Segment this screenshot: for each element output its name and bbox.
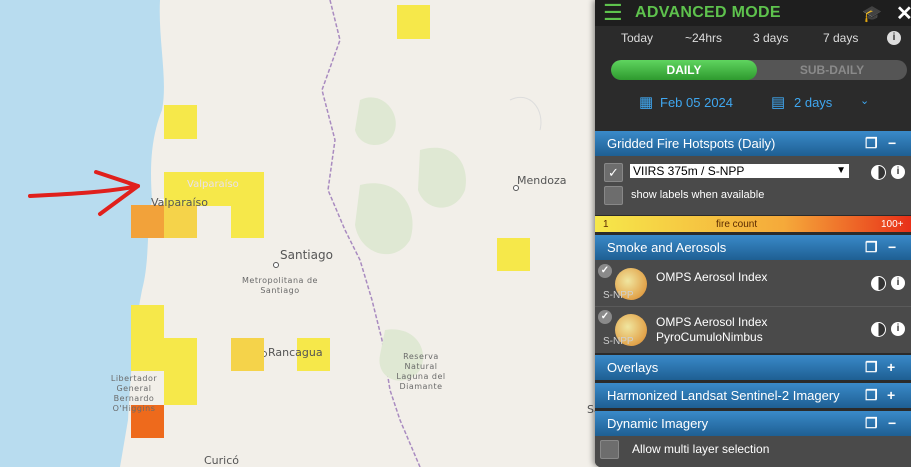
map-label-region: Metropolitana de Santiago	[242, 276, 318, 295]
product-select[interactable]: VIIRS 375m / S-NPP ▼	[630, 164, 849, 178]
fire-layer-header[interactable]: Gridded Fire Hotspots (Daily) ❐ −	[595, 131, 911, 156]
multi-layer-text: Allow multi layer selection	[632, 442, 770, 456]
landsat-title: Harmonized Landsat Sentinel-2 Imagery	[607, 388, 840, 403]
layer-panel: ☰ ADVANCED MODE 🎓 ✕ Today ~24hrs 3 days …	[595, 0, 911, 467]
subdaily-option[interactable]: SUB-DAILY	[757, 60, 907, 80]
expand-icon[interactable]: +	[887, 383, 895, 408]
fire-hotspot-cell[interactable]	[231, 205, 264, 238]
info-icon[interactable]: i	[891, 322, 905, 336]
show-labels-checkbox[interactable]	[604, 186, 623, 205]
fire-hotspot-cell[interactable]	[131, 305, 164, 371]
chevron-down-icon[interactable]: ⌄	[860, 94, 869, 107]
smoke-item-subname: PyroCumuloNimbus	[656, 330, 763, 344]
layers-icon[interactable]: ❐	[865, 235, 878, 260]
product-select-value: VIIRS 375m / S-NPP	[633, 164, 745, 178]
calendar-icon[interactable]: ▦	[639, 93, 653, 111]
time-range-tabs: Today ~24hrs 3 days 7 days i	[595, 26, 911, 50]
layers-icon[interactable]: ❐	[865, 131, 878, 156]
legend-label: fire count	[716, 219, 758, 230]
smoke-item[interactable]: ✓ S-NPP OMPS Aerosol Index i	[595, 260, 911, 307]
landsat-header[interactable]: Harmonized Landsat Sentinel-2 Imagery ❐ …	[595, 383, 911, 408]
date-span[interactable]: 2 days	[794, 95, 832, 110]
map-label-city: Valparaíso	[151, 196, 208, 209]
expand-icon[interactable]: +	[887, 355, 895, 380]
fire-layer-checkbox[interactable]: ✓	[604, 163, 623, 182]
date-value[interactable]: Feb 05 2024	[660, 95, 733, 110]
fire-hotspot-cell[interactable]	[497, 238, 530, 271]
range-3days[interactable]: 3 days	[753, 31, 788, 45]
info-icon[interactable]: i	[891, 165, 905, 179]
legend-min: 1	[603, 219, 609, 230]
dynamic-imagery-header[interactable]: Dynamic Imagery ❐ −	[595, 411, 911, 436]
fire-hotspot-cell[interactable]	[164, 338, 197, 405]
info-icon[interactable]: i	[891, 276, 905, 290]
layers-icon[interactable]: ❐	[865, 383, 878, 408]
overlays-title: Overlays	[607, 360, 659, 375]
info-icon[interactable]: i	[887, 31, 901, 45]
collapse-icon[interactable]: −	[888, 411, 896, 436]
range-today[interactable]: Today	[621, 31, 653, 45]
check-circle-icon[interactable]: ✓	[598, 310, 612, 324]
layers-icon[interactable]: ❐	[865, 411, 878, 436]
collapse-icon[interactable]: −	[888, 131, 896, 156]
collapse-icon[interactable]: −	[888, 235, 896, 260]
calendar-range-icon[interactable]: ▤	[771, 93, 785, 111]
map-label-region: Valparaíso	[187, 179, 239, 190]
fire-count-legend: 1 fire count 100+	[595, 216, 911, 232]
dynamic-imagery-options: Allow multi layer selection	[595, 436, 911, 467]
panel-title: ADVANCED MODE	[635, 4, 781, 21]
smoke-item[interactable]: ✓ S-NPP OMPS Aerosol Index PyroCumuloNim…	[595, 307, 911, 353]
map-label-city: Santiago	[280, 248, 333, 262]
opacity-icon[interactable]	[871, 322, 886, 337]
check-circle-icon[interactable]: ✓	[598, 264, 612, 278]
range-7days[interactable]: 7 days	[823, 31, 858, 45]
legend-max: 100+	[881, 219, 904, 230]
satellite-tag: S-NPP	[603, 290, 634, 301]
map-label-region: Libertador General Bernardo O'Higgins	[110, 374, 158, 413]
hamburger-menu-icon[interactable]: ☰	[603, 2, 627, 24]
overlays-header[interactable]: Overlays ❐ +	[595, 355, 911, 380]
fire-hotspot-cell[interactable]	[164, 105, 197, 139]
date-selector: ▦ Feb 05 2024 ▤ 2 days ⌄	[595, 94, 911, 114]
map-label-city: Curicó	[204, 454, 240, 467]
range-24hrs[interactable]: ~24hrs	[685, 31, 722, 45]
smoke-item-name: OMPS Aerosol Index	[656, 315, 768, 329]
layers-icon[interactable]: ❐	[865, 355, 878, 380]
close-icon[interactable]: ✕	[896, 1, 911, 26]
satellite-tag: S-NPP	[603, 336, 634, 347]
daily-subdaily-toggle[interactable]: DAILY SUB-DAILY	[611, 60, 907, 80]
multi-layer-checkbox[interactable]	[600, 440, 619, 459]
fire-hotspot-cell[interactable]	[164, 205, 197, 238]
fire-hotspot-cell[interactable]	[231, 338, 264, 371]
map-label-city: Rancagua	[268, 346, 323, 359]
fire-layer-title: Gridded Fire Hotspots (Daily)	[607, 136, 776, 151]
dynamic-imagery-title: Dynamic Imagery	[607, 416, 709, 431]
opacity-icon[interactable]	[871, 276, 886, 291]
daily-option[interactable]: DAILY	[611, 60, 757, 80]
graduation-cap-icon[interactable]: 🎓	[862, 4, 882, 24]
chevron-down-icon: ▼	[836, 165, 846, 176]
map-label-park: Reserva Natural Laguna del Diamante	[396, 352, 446, 391]
fire-hotspot-cell[interactable]	[397, 5, 430, 39]
opacity-icon[interactable]	[871, 165, 886, 180]
smoke-layer-header[interactable]: Smoke and Aerosols ❐ −	[595, 235, 911, 260]
smoke-layer-title: Smoke and Aerosols	[607, 240, 727, 255]
show-labels-text: show labels when available	[631, 189, 765, 201]
smoke-item-name: OMPS Aerosol Index	[656, 270, 768, 284]
fire-hotspot-cell[interactable]	[131, 205, 164, 238]
panel-header: ☰ ADVANCED MODE 🎓 ✕	[595, 0, 911, 26]
map-label-city: Mendoza	[517, 174, 567, 187]
